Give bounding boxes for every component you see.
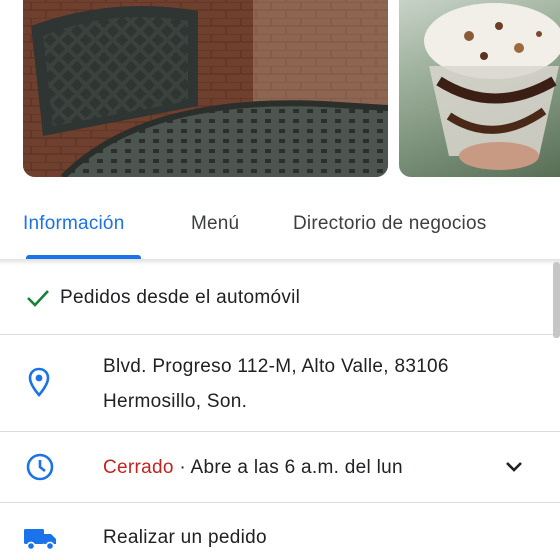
drive-through-label: Pedidos desde el automóvil — [60, 287, 301, 308]
clock-icon — [25, 452, 55, 487]
patio-chair-photo[interactable] — [23, 0, 388, 177]
chevron-down-icon[interactable] — [505, 460, 523, 478]
tab-bar: Información Menú Directorio de negocios — [0, 195, 560, 259]
hours-text: Cerrado · Abre a las 6 a.m. del lun — [103, 457, 403, 479]
address-row[interactable]: Blvd. Progreso 112-M, Alto Valle, 83106 … — [0, 335, 560, 431]
opening-time: · Abre a las 6 a.m. del lun — [173, 457, 403, 478]
tab-menu[interactable]: Menú — [191, 213, 239, 235]
order-row[interactable]: Realizar un pedido — [0, 503, 560, 560]
check-icon — [26, 287, 50, 314]
scrollbar[interactable] — [553, 262, 560, 338]
address-line-2: Hermosillo, Son. — [103, 391, 248, 412]
tab-informacion[interactable]: Información — [23, 213, 124, 235]
hours-row[interactable]: Cerrado · Abre a las 6 a.m. del lun — [0, 432, 560, 502]
ice-cream-sundae-photo[interactable] — [399, 0, 560, 177]
tab-directorio[interactable]: Directorio de negocios — [293, 213, 486, 235]
order-label: Realizar un pedido — [103, 527, 267, 548]
address-line-1: Blvd. Progreso 112-M, Alto Valle, 83106 — [103, 356, 449, 377]
closed-status: Cerrado — [103, 457, 174, 478]
photo-carousel[interactable] — [0, 0, 560, 190]
location-pin-icon — [28, 367, 50, 402]
drive-through-row: Pedidos desde el automóvil — [0, 262, 560, 334]
delivery-truck-icon — [23, 527, 57, 556]
